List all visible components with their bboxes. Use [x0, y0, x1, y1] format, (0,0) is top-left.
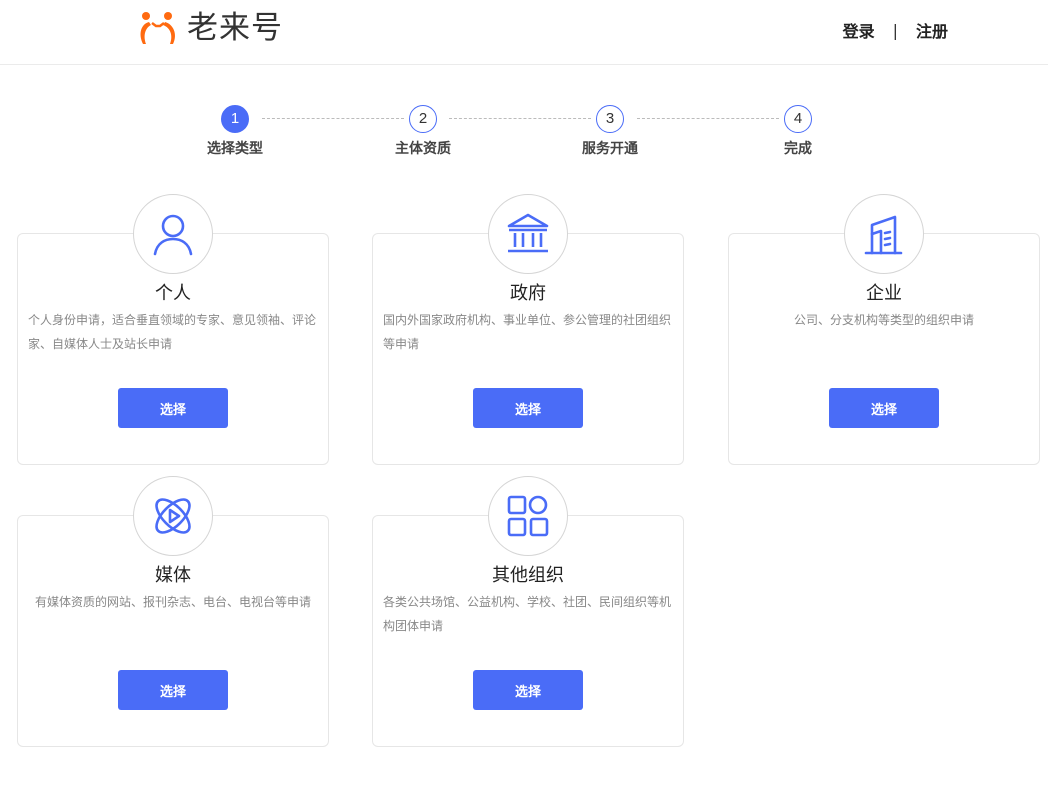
register-link[interactable]: 注册 [916, 18, 948, 42]
card-title: 个人 [155, 283, 191, 304]
card-description: 有媒体资质的网站、报刊杂志、电台、电视台等申请 [34, 595, 311, 609]
step-progress: 1 选择类型 2 主体资质 3 服务开通 4 完成 [0, 105, 1048, 165]
logo-text: 老来号 [187, 10, 283, 46]
card-icon-wrapper [488, 194, 568, 274]
enterprise-building-icon [864, 215, 903, 255]
step-label: 主体资质 [395, 141, 451, 157]
card-title: 媒体 [155, 565, 191, 586]
auth-separator: | [892, 20, 898, 40]
step-number: 2 [409, 105, 437, 133]
card-icon-wrapper [844, 194, 924, 274]
government-building-icon [507, 213, 549, 253]
card-title: 政府 [510, 283, 546, 304]
type-card-government: 政府 国内外国家政府机构、事业单位、参公管理的社团组织等申请 选择 [372, 194, 684, 465]
auth-links: 登录 | 注册 [843, 18, 948, 42]
card-icon-wrapper [488, 476, 568, 556]
logo[interactable]: 老来号 [137, 10, 283, 46]
card-icon-wrapper [133, 476, 213, 556]
card-title: 其他组织 [492, 565, 564, 586]
top-header: 老来号 登录 | 注册 [0, 0, 1048, 65]
grid-apps-icon [507, 495, 549, 537]
select-media-button[interactable]: 选择 [118, 670, 228, 710]
step-label: 选择类型 [207, 141, 263, 157]
type-card-personal: 个人 个人身份申请，适合垂直领域的专家、意见领袖、评论家、自媒体人士及站长申请 … [17, 194, 329, 465]
login-link[interactable]: 登录 [843, 18, 875, 42]
card-description: 国内外国家政府机构、事业单位、参公管理的社团组织等申请 [383, 313, 672, 351]
select-personal-button[interactable]: 选择 [118, 388, 228, 428]
media-orbit-icon [155, 498, 191, 534]
card-description: 各类公共场馆、公益机构、学校、社团、民间组织等机构团体申请 [383, 595, 672, 633]
card-icon-wrapper [133, 194, 213, 274]
step-number: 1 [221, 105, 249, 133]
step-2: 2 主体资质 [373, 105, 473, 158]
card-title: 企业 [866, 283, 902, 304]
step-number: 4 [784, 105, 812, 133]
type-card-enterprise: 企业 公司、分支机构等类型的组织申请 选择 [728, 194, 1040, 465]
step-1: 1 选择类型 [185, 105, 285, 158]
select-government-button[interactable]: 选择 [473, 388, 583, 428]
step-4: 4 完成 [748, 105, 848, 158]
card-description: 公司、分支机构等类型的组织申请 [793, 313, 974, 327]
step-label: 服务开通 [582, 141, 638, 157]
logo-mark-icon [140, 12, 176, 44]
select-other-org-button[interactable]: 选择 [473, 670, 583, 710]
type-card-media: 媒体 有媒体资质的网站、报刊杂志、电台、电视台等申请 选择 [17, 476, 329, 747]
select-enterprise-button[interactable]: 选择 [829, 388, 939, 428]
person-icon [153, 214, 193, 256]
step-label: 完成 [784, 141, 812, 157]
card-description: 个人身份申请，适合垂直领域的专家、意见领袖、评论家、自媒体人士及站长申请 [28, 313, 317, 351]
type-card-other-org: 其他组织 各类公共场馆、公益机构、学校、社团、民间组织等机构团体申请 选择 [372, 476, 684, 747]
step-number: 3 [596, 105, 624, 133]
step-3: 3 服务开通 [560, 105, 660, 158]
